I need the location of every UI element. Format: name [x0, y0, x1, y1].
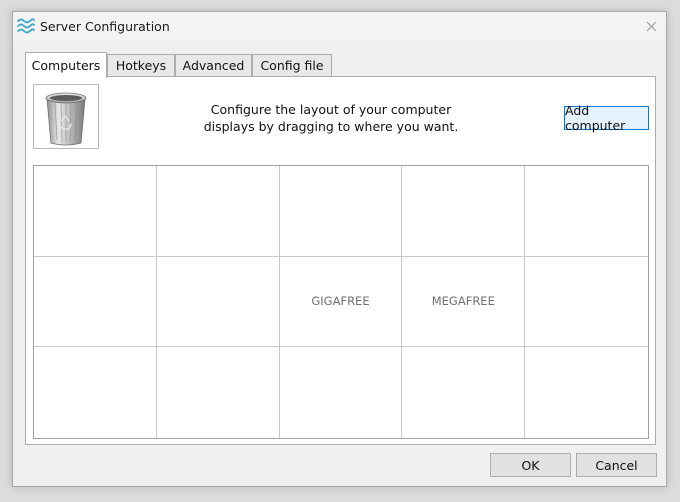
server-configuration-window: Server Configuration Computers Hotkeys A… — [12, 11, 667, 487]
title-bar[interactable]: Server Configuration — [13, 12, 666, 41]
waves-icon — [17, 18, 35, 34]
grid-cell[interactable] — [157, 347, 280, 438]
grid-cell[interactable] — [525, 257, 648, 348]
grid-cell[interactable] — [34, 166, 157, 257]
tab-advanced[interactable]: Advanced — [175, 54, 252, 76]
window-title: Server Configuration — [40, 19, 170, 34]
cancel-button[interactable]: Cancel — [576, 453, 657, 477]
grid-cell[interactable] — [402, 347, 526, 438]
grid-cell[interactable] — [34, 256, 157, 348]
grid-cell[interactable] — [156, 256, 280, 348]
close-icon — [646, 21, 656, 32]
grid-cell[interactable] — [402, 166, 526, 257]
trash-drop-target[interactable] — [33, 84, 99, 149]
grid-cell[interactable] — [525, 166, 648, 257]
screen-megafree[interactable]: MEGAFREE — [402, 256, 526, 348]
grid-cell[interactable] — [156, 166, 280, 257]
grid-cell[interactable] — [34, 347, 157, 438]
tab-config-file[interactable]: Config file — [252, 54, 332, 76]
tab-hotkeys[interactable]: Hotkeys — [107, 54, 175, 76]
grid-cell[interactable] — [280, 347, 403, 438]
trash-icon — [45, 92, 87, 146]
grid-cell[interactable] — [525, 347, 648, 438]
computers-panel: Configure the layout of your computer di… — [25, 76, 656, 445]
screen-gigafree[interactable]: GIGAFREE — [279, 256, 403, 348]
grid-cell[interactable] — [279, 166, 403, 257]
add-computer-button[interactable]: Add computer — [564, 103, 649, 133]
ok-button[interactable]: OK — [490, 453, 571, 477]
close-button[interactable] — [636, 12, 666, 41]
layout-instructions: Configure the layout of your computer di… — [203, 102, 459, 134]
tab-computers[interactable]: Computers — [25, 52, 107, 78]
screen-layout-grid: GIGAFREE MEGAFREE — [33, 165, 649, 439]
